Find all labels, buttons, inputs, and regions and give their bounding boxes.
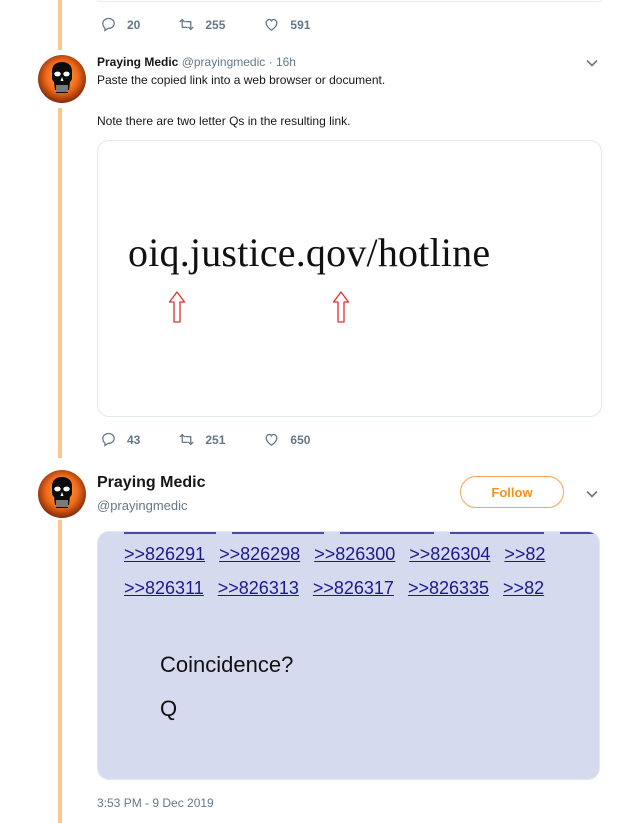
retweet-icon: [179, 433, 194, 446]
separator-dot: ·: [268, 55, 273, 69]
red-arrow-icon: [332, 291, 350, 323]
reply-icon: [102, 432, 115, 447]
author-handle[interactable]: @prayingmedic: [97, 498, 188, 513]
like-button[interactable]: 591: [263, 16, 310, 33]
like-button[interactable]: 650: [263, 431, 310, 448]
punisher-skull-avatar: [38, 470, 86, 518]
tweet-menu-button[interactable]: [585, 487, 599, 501]
top-tweet-actions: 20 255 591: [100, 16, 348, 33]
thread-line-bottom: [58, 520, 62, 823]
reply-count: 20: [127, 17, 141, 32]
retweet-button[interactable]: 251: [178, 431, 225, 448]
retweet-button[interactable]: 255: [178, 16, 225, 33]
post-link[interactable]: >>826304: [409, 544, 490, 564]
tweet-image[interactable]: >>826291 >>826298 >>826300 >>826304 >>82 >>8…: [97, 531, 600, 780]
post-link[interactable]: >>826300: [314, 544, 395, 564]
punisher-skull-avatar: [38, 55, 86, 103]
post-link[interactable]: >>826291: [124, 544, 205, 564]
thread-line-middle: [58, 108, 62, 458]
post-link[interactable]: >>826335: [408, 578, 489, 598]
post-link[interactable]: >>826313: [218, 578, 299, 598]
q-message-line1: Coincidence?: [160, 652, 294, 677]
author-name[interactable]: Praying Medic: [97, 55, 178, 69]
post-link[interactable]: >>82: [504, 544, 545, 564]
retweet-count: 251: [205, 432, 226, 447]
retweet-count: 255: [205, 17, 226, 32]
reply-button[interactable]: 20: [100, 16, 140, 33]
reply-count: 43: [127, 432, 141, 447]
reply-button[interactable]: 43: [100, 431, 140, 448]
post-links-row1: >>826291 >>826298 >>826300 >>826304 >>82: [124, 544, 559, 565]
q-message-line2: Q: [160, 696, 178, 721]
tweet-image[interactable]: oiq.justice.qov/hotline: [97, 140, 602, 417]
chevron-down-icon: [586, 491, 598, 498]
post-link[interactable]: >>826311: [124, 578, 204, 598]
retweet-icon: [179, 18, 194, 31]
like-count: 591: [290, 17, 311, 32]
author-name[interactable]: Praying Medic: [97, 474, 205, 492]
tweet-menu-button[interactable]: [585, 56, 599, 70]
like-count: 650: [290, 432, 311, 447]
reply-icon: [102, 17, 115, 32]
cropped-link-underlines: [124, 532, 599, 534]
follow-button[interactable]: Follow: [460, 476, 564, 508]
author-handle[interactable]: @prayingmedic: [182, 55, 266, 69]
like-icon: [265, 433, 278, 446]
image-url-text: oiq.justice.qov/hotline: [128, 230, 491, 275]
tweet-timestamp[interactable]: 3:53 PM - 9 Dec 2019: [97, 796, 214, 810]
tweet-actions: 43 251 650: [100, 431, 348, 448]
previous-media-edge: [97, 0, 602, 2]
tweet-text-line2: Note there are two letter Qs in the resu…: [97, 114, 351, 128]
post-link[interactable]: >>82: [503, 578, 544, 598]
tweet-text-line1: Paste the copied link into a web browser…: [97, 73, 386, 87]
like-icon: [265, 18, 278, 31]
avatar[interactable]: [38, 470, 86, 518]
red-arrow-icon: [168, 291, 186, 323]
thread-line-top: [58, 0, 62, 50]
avatar[interactable]: [38, 55, 86, 103]
tweet-time[interactable]: 16h: [276, 55, 296, 69]
post-links-row2: >>826311 >>826313 >>826317 >>826335 >>82: [124, 578, 558, 599]
post-link[interactable]: >>826317: [313, 578, 394, 598]
tweet-header: Praying Medic @prayingmedic · 16h: [97, 54, 296, 70]
post-link[interactable]: >>826298: [219, 544, 300, 564]
chevron-down-icon: [586, 60, 598, 67]
